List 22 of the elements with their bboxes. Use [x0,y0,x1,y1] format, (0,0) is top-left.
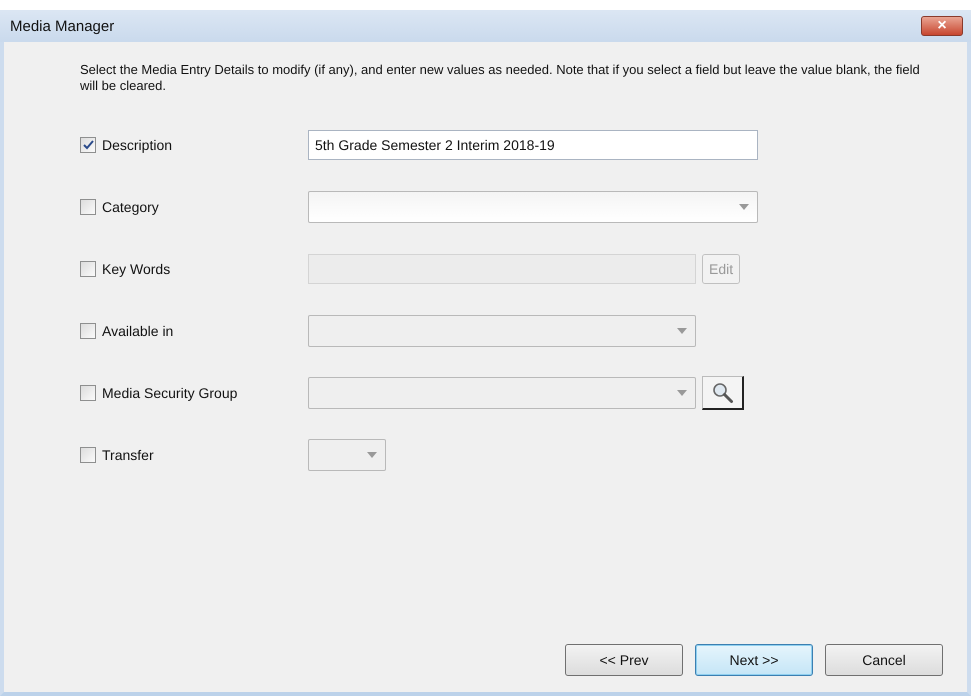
field-label: Key Words [102,261,170,277]
dropdown-caret-icon [739,204,749,210]
dialog-button[interactable]: Cancel [825,644,943,676]
dialog-button[interactable]: << Prev [565,644,683,676]
window-title: Media Manager [10,18,114,34]
field-label: Description [102,137,172,153]
dialog-button[interactable]: Next >> [695,644,813,676]
search-icon [712,382,734,404]
search-button[interactable] [702,376,744,410]
checkbox[interactable] [80,199,96,215]
field-label: Media Security Group [102,385,238,401]
dropdown-caret-icon [367,452,377,458]
dropdown-caret-icon [677,328,687,334]
dropdown-field[interactable] [308,191,758,223]
checkmark-icon [82,140,94,150]
instructions-text: Select the Media Entry Details to modify (if any), and enter new values as needed. Note that if you select a field but leave the value blank, the field will be cleared. [80,62,920,94]
field-label: Available in [102,323,174,339]
dropdown-caret-icon [677,390,687,396]
field-label: Category [102,199,159,215]
text-field[interactable]: 5th Grade Semester 2 Interim 2018-19 [308,130,758,160]
field-label: Transfer [102,447,154,463]
checkbox[interactable] [80,137,96,153]
